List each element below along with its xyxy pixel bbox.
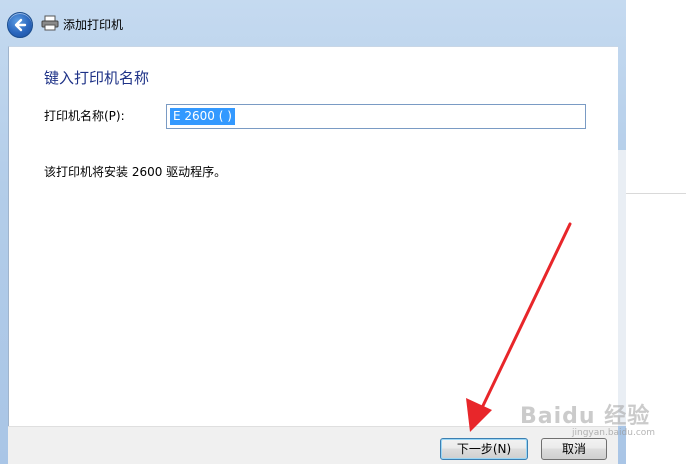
baidu-watermark: Baidu 经验 (520, 404, 651, 429)
window-title: 添加打印机 (63, 18, 124, 32)
title-bar: 添加打印机 (0, 0, 626, 46)
printer-name-value: E 2600 ( ) (170, 108, 235, 125)
printer-icon (41, 15, 59, 31)
next-button[interactable]: 下一步(N) (440, 438, 528, 460)
content-panel (8, 46, 618, 426)
background-divider (626, 193, 686, 194)
background-desktop (626, 0, 686, 464)
cancel-button[interactable]: 取消 (541, 438, 607, 460)
panel-edge (618, 150, 626, 426)
back-button[interactable] (7, 12, 33, 38)
baidu-watermark-url: jingyan.baidu.com (572, 428, 656, 438)
page-heading: 键入打印机名称 (44, 69, 150, 87)
driver-info-text: 该打印机将安装 2600 驱动程序。 (44, 165, 227, 179)
printer-name-label: 打印机名称(P): (44, 109, 125, 123)
back-arrow-icon (14, 18, 27, 32)
printer-name-input[interactable]: E 2600 ( ) (166, 104, 586, 129)
